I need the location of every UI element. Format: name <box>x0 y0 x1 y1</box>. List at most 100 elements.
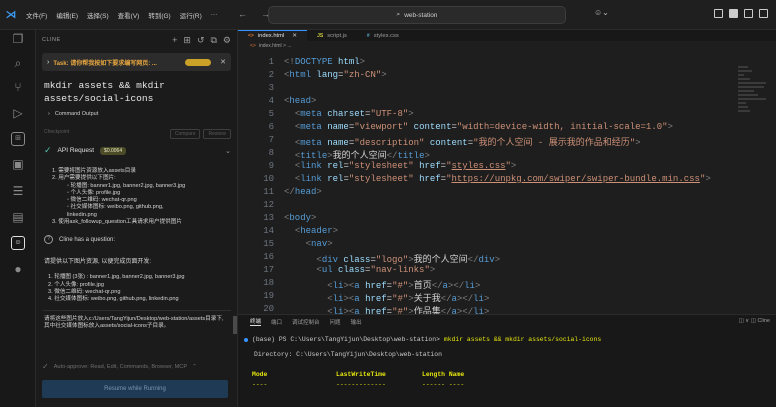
menu-selection[interactable]: 选择(S) <box>87 10 109 20</box>
list-item: 3. 使用ask_followup_question工具请求用户提供图片 <box>52 219 182 226</box>
folder-icon[interactable]: ▤ <box>11 210 25 224</box>
chevron-right-icon: › <box>47 58 50 66</box>
command-center-search[interactable]: ⌕ web-station <box>268 6 566 24</box>
line-number: 5 <box>268 109 274 119</box>
line-number: 1 <box>268 57 274 67</box>
menu-view[interactable]: 查看(V) <box>118 10 140 20</box>
tab-styles-css[interactable]: # styles.css <box>357 30 409 41</box>
line-number: 15 <box>263 239 274 249</box>
list-item: ◦ 轮播图: banner1.jpg, banner2.jpg, banner3… <box>67 182 186 189</box>
close-icon[interactable]: ✕ <box>292 33 297 39</box>
line-number: 4 <box>268 96 274 106</box>
extensions-icon[interactable]: ⊞ <box>11 132 25 146</box>
rule: ---- <box>252 381 268 388</box>
line-number: 9 <box>268 161 274 171</box>
tab-index-html[interactable]: <> index.html ✕ <box>238 30 308 41</box>
list-item: linkedin.png <box>67 211 97 218</box>
terminal-selector[interactable]: ◫ ∨ ◫ Cline <box>738 318 770 324</box>
auto-approve-label: Auto-approve: Read, Edit, Commands, Brow… <box>53 363 188 370</box>
menu-edit[interactable]: 编辑(E) <box>56 10 78 20</box>
rule: ------------- <box>336 381 386 388</box>
terminal-table-rule: ---- ------------- ------ ---- <box>244 381 776 388</box>
tab-script-js[interactable]: JS script.js <box>307 30 357 41</box>
history-icon[interactable]: ↺ <box>197 35 205 46</box>
code-view[interactable]: 1 <!DOCTYPE html> 2 <html lang="zh-CN"> … <box>238 55 776 345</box>
customize-layout-icon[interactable] <box>759 9 768 18</box>
chevron-down-icon: ⌄ <box>225 147 231 155</box>
menu-run[interactable]: 运行(R) <box>180 10 202 20</box>
list-item: 2. 用户需要提供以下图片: <box>52 175 116 182</box>
menu-file[interactable]: 文件(F) <box>26 10 47 20</box>
minimap[interactable] <box>738 66 768 186</box>
copilot-icon[interactable]: ☺⌄ <box>594 8 609 17</box>
mcp-icon[interactable]: ⊞ <box>183 35 191 46</box>
question-icon: ? <box>44 235 53 245</box>
settings-gear-icon[interactable]: ⚙ <box>223 35 231 46</box>
source-control-icon[interactable]: ⑂ <box>11 80 25 94</box>
js-file-icon: JS <box>317 32 324 39</box>
api-request-row[interactable]: ✓ API Request $0.0064 ⌄ <box>44 145 231 156</box>
command-text: mkdir assets && mkdir assets/social-icon… <box>44 80 165 104</box>
command-output-toggle[interactable]: › Command Output <box>48 111 227 117</box>
menu-go[interactable]: 转到(G) <box>148 10 170 20</box>
toggle-secondary-sidebar-icon[interactable] <box>744 9 753 18</box>
run-debug-icon[interactable]: ▷ <box>11 106 25 120</box>
check-icon: ✓ <box>44 145 52 155</box>
panel-tabs: 终端 端口 调试控制台 问题 输出 <box>238 315 776 328</box>
question-label: Cline has a question: <box>59 236 116 243</box>
database-icon[interactable]: ☰ <box>11 184 25 198</box>
toggle-panel-icon[interactable] <box>729 9 738 18</box>
search-view-icon[interactable]: ⌕ <box>11 56 25 70</box>
panel-header: CLINE + ⊞ ↺ ⧉ ⚙ <box>36 30 237 50</box>
terminal-directory: Directory: C:\Users\TangYijun\Desktop\we… <box>254 351 442 358</box>
terminal-output[interactable]: (base) PS C:\Users\TangYijun\Desktop\web… <box>238 336 776 388</box>
code-line: <nav> <box>305 239 333 249</box>
progress-pill <box>185 58 212 66</box>
remote-explorer-icon[interactable]: ▣ <box>11 157 25 171</box>
circle-icon[interactable]: ● <box>11 262 25 276</box>
breadcrumb: <> index.html > ... <box>238 41 776 50</box>
code-line: <header> <box>294 226 339 236</box>
compare-button[interactable]: Compare <box>169 129 201 139</box>
menu-bar: 文件(F) 编辑(E) 选择(S) 查看(V) 转到(G) 运行(R) ··· <box>26 10 217 20</box>
code-line: <link rel="stylesheet" href="https://unp… <box>294 174 711 184</box>
tab-ports[interactable]: 端口 <box>271 318 282 326</box>
list-item: 1. 轮播图 (3张) : banner1.jpg, banner2.jpg, … <box>48 274 185 281</box>
auto-approve-row[interactable]: ✓ Auto-approve: Read, Edit, Commands, Br… <box>42 362 197 371</box>
line-number: 17 <box>263 265 274 275</box>
line-number: 16 <box>263 252 274 262</box>
plan-list: 1. 需要将图片资源放入assets目录 2. 用户需要提供以下图片: ◦ 轮播… <box>52 168 229 226</box>
cline-robot-icon[interactable]: ☺ <box>11 236 25 250</box>
resume-button[interactable]: Resume while Running <box>42 380 228 398</box>
scrollbar[interactable] <box>233 316 237 334</box>
chevron-up-icon: ⌃ <box>192 363 197 370</box>
toggle-primary-sidebar-icon[interactable] <box>714 9 723 18</box>
close-icon[interactable]: ✕ <box>220 58 226 66</box>
menu-more[interactable]: ··· <box>211 11 218 18</box>
breadcrumb-text[interactable]: index.html > ... <box>259 43 292 49</box>
cline-panel: CLINE + ⊞ ↺ ⧉ ⚙ › Task: 请你帮我按如下要求编写网页: .… <box>36 30 238 407</box>
tab-terminal[interactable]: 终端 <box>250 317 262 326</box>
new-task-icon[interactable]: + <box>172 35 177 46</box>
checkbox-icon[interactable]: ✓ <box>42 362 49 371</box>
question-header: ? Cline has a question: <box>44 235 231 245</box>
checkpoint-label: Checkpoint <box>44 129 70 135</box>
explorer-icon[interactable]: ❐ <box>11 32 25 46</box>
restore-button[interactable]: Restore <box>203 129 231 139</box>
line-number: 18 <box>263 278 274 288</box>
tab-output[interactable]: 输出 <box>351 318 362 326</box>
tab-debug-console[interactable]: 调试控制台 <box>292 318 320 326</box>
popout-icon[interactable]: ⧉ <box>210 35 216 46</box>
task-header[interactable]: › Task: 请你帮我按如下要求编写网页: ... ✕ <box>42 53 231 71</box>
code-line: <title>我的个人空间</title> <box>294 151 430 161</box>
title-bar: ⋊ 文件(F) 编辑(E) 选择(S) 查看(V) 转到(G) 运行(R) ··… <box>0 0 776 30</box>
html-file-icon: <> <box>250 42 256 49</box>
back-arrow-icon[interactable]: ← <box>238 9 247 19</box>
line-number: 19 <box>263 291 274 301</box>
code-line: <li><a href="#">首页</a></li> <box>327 281 481 291</box>
code-line: <li><a href="#">关于我</a></li> <box>327 294 490 304</box>
line-number: 13 <box>263 213 274 223</box>
code-line: <div class="logo">我的个人空间</div> <box>316 255 501 265</box>
tab-problems[interactable]: 问题 <box>330 318 341 326</box>
divider <box>42 309 231 311</box>
